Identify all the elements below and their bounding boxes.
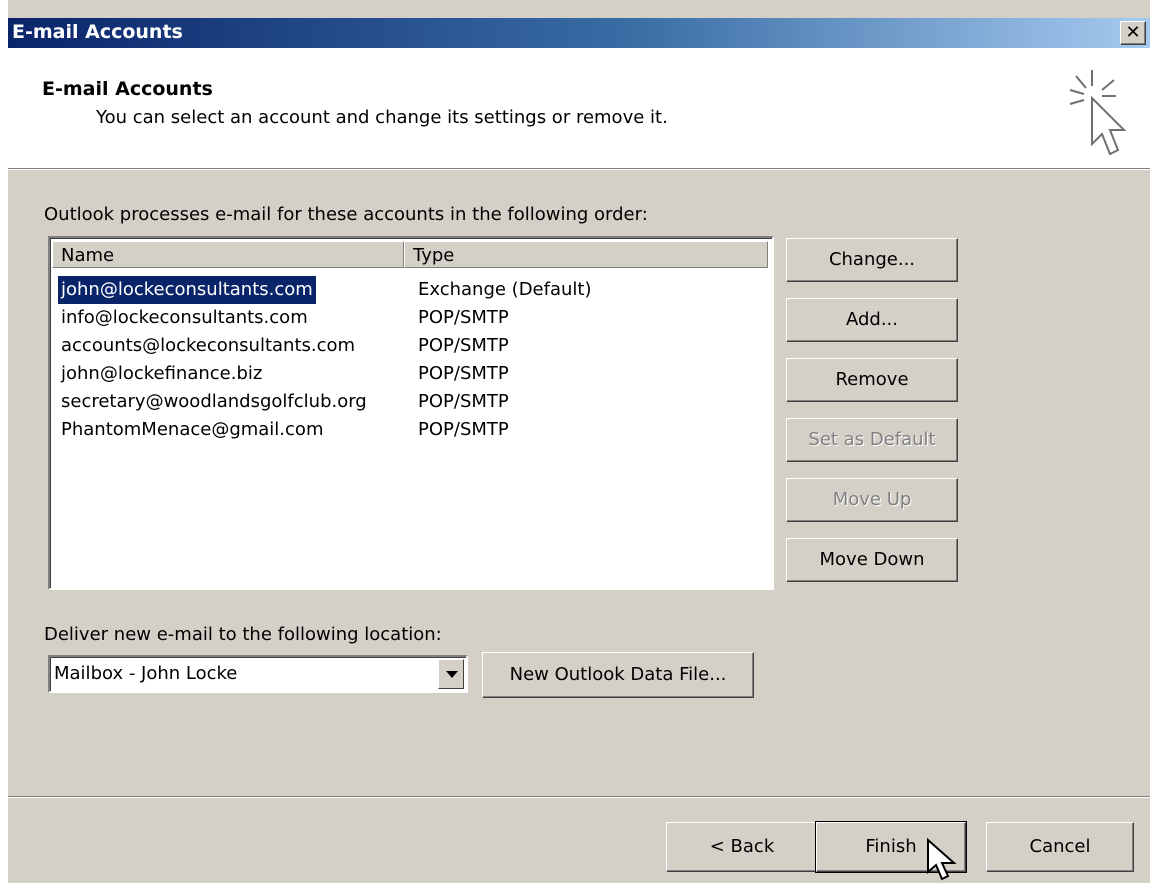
title-bar[interactable]: E-mail Accounts ✕	[8, 18, 1150, 48]
window-title: E-mail Accounts	[12, 21, 183, 43]
account-name: secretary@woodlandsgolfclub.org	[61, 391, 367, 412]
cancel-button[interactable]: Cancel	[986, 822, 1134, 872]
delivery-location-select[interactable]: Mailbox - John Locke	[48, 655, 468, 693]
header-title: E-mail Accounts	[42, 78, 213, 100]
account-type: POP/SMTP	[418, 391, 509, 412]
column-header-name[interactable]: Name	[52, 241, 404, 268]
footer-separator	[8, 796, 1150, 798]
column-header-type[interactable]: Type	[404, 241, 768, 268]
account-row[interactable]: secretary@woodlandsgolfclub.org POP/SMTP	[52, 388, 768, 416]
account-type: POP/SMTP	[418, 419, 509, 440]
close-button[interactable]: ✕	[1120, 21, 1146, 45]
back-button[interactable]: < Back	[666, 822, 818, 872]
wizard-cursor-sparkle-icon	[1069, 70, 1127, 156]
account-name: PhantomMenace@gmail.com	[61, 419, 324, 440]
account-name: john@lockefinance.biz	[61, 363, 263, 384]
header-subtitle: You can select an account and change its…	[96, 107, 668, 128]
delivery-location-label: Deliver new e-mail to the following loca…	[44, 624, 442, 645]
header-separator	[8, 168, 1150, 170]
account-name: accounts@lockeconsultants.com	[61, 335, 356, 356]
account-row[interactable]: john@lockefinance.biz POP/SMTP	[52, 360, 768, 388]
new-outlook-data-file-button[interactable]: New Outlook Data File...	[482, 652, 754, 698]
move-up-button[interactable]: Move Up	[786, 478, 958, 522]
account-row[interactable]: info@lockeconsultants.com POP/SMTP	[52, 304, 768, 332]
account-row[interactable]: PhantomMenace@gmail.com POP/SMTP	[52, 416, 768, 444]
close-icon: ✕	[1125, 22, 1141, 43]
accounts-order-label: Outlook processes e-mail for these accou…	[44, 204, 648, 225]
change-button[interactable]: Change...	[786, 238, 958, 282]
delivery-location-value: Mailbox - John Locke	[54, 663, 238, 684]
accounts-list[interactable]: Name Type john@lockeconsultants.com Exch…	[48, 236, 774, 590]
account-type: POP/SMTP	[418, 335, 509, 356]
chevron-down-icon[interactable]	[438, 659, 464, 689]
account-row[interactable]: accounts@lockeconsultants.com POP/SMTP	[52, 332, 768, 360]
account-name: john@lockeconsultants.com	[58, 276, 316, 304]
account-name: info@lockeconsultants.com	[61, 307, 308, 328]
header-panel: E-mail Accounts You can select an accoun…	[8, 48, 1150, 168]
account-type: POP/SMTP	[418, 363, 509, 384]
mouse-pointer-icon	[927, 838, 957, 881]
account-type: POP/SMTP	[418, 307, 509, 328]
move-down-button[interactable]: Move Down	[786, 538, 958, 582]
set-as-default-button[interactable]: Set as Default	[786, 418, 958, 462]
email-accounts-dialog: E-mail Accounts ✕ E-mail Accounts You ca…	[8, 0, 1150, 883]
add-button[interactable]: Add...	[786, 298, 958, 342]
account-type: Exchange (Default)	[418, 279, 592, 300]
account-row[interactable]: john@lockeconsultants.com Exchange (Defa…	[52, 276, 768, 304]
remove-button[interactable]: Remove	[786, 358, 958, 402]
